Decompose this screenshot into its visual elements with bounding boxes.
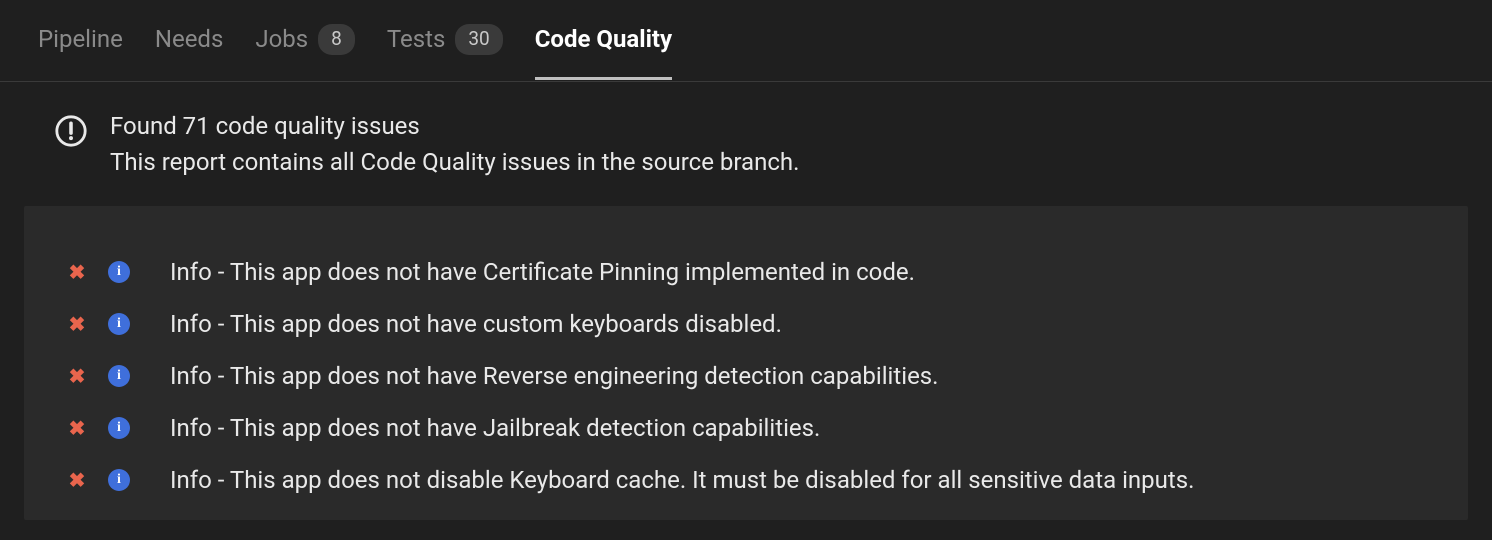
tab-label: Jobs [255, 25, 308, 53]
issue-text: Info - This app does not have Certificat… [152, 258, 915, 286]
tab-code-quality[interactable]: Code Quality [535, 1, 672, 79]
info-icon: i [108, 469, 130, 491]
issue-text: Info - This app does not have Jailbreak … [152, 414, 820, 442]
issue-row[interactable]: ✖ i Info - This app does not have Revers… [68, 350, 1424, 402]
issue-text: Info - This app does not have Reverse en… [152, 362, 939, 390]
info-icon: i [108, 365, 130, 387]
close-icon: ✖ [68, 312, 86, 336]
tab-tests[interactable]: Tests 30 [387, 0, 503, 81]
close-icon: ✖ [68, 468, 86, 492]
tab-jobs[interactable]: Jobs 8 [255, 0, 354, 81]
tab-label: Code Quality [535, 25, 672, 53]
info-icon: i [108, 261, 130, 283]
info-icon: i [108, 313, 130, 335]
tab-label: Tests [387, 25, 446, 53]
issue-row[interactable]: ✖ i Info - This app does not have Certif… [68, 246, 1424, 298]
tabs-bar: Pipeline Needs Jobs 8 Tests 30 Code Qual… [0, 0, 1492, 82]
info-icon: i [108, 417, 130, 439]
issue-row[interactable]: ✖ i Info - This app does not have Jailbr… [68, 402, 1424, 454]
tab-label: Pipeline [38, 25, 123, 53]
summary-title: Found 71 code quality issues [110, 110, 799, 142]
summary-banner: Found 71 code quality issues This report… [0, 82, 1492, 207]
tab-badge: 8 [318, 24, 355, 55]
close-icon: ✖ [68, 364, 86, 388]
tab-label: Needs [155, 25, 224, 53]
issues-panel: ✖ i Info - This app does not have Certif… [24, 206, 1468, 520]
issue-row[interactable]: ✖ i Info - This app does not have custom… [68, 298, 1424, 350]
summary-description: This report contains all Code Quality is… [110, 146, 799, 178]
close-icon: ✖ [68, 416, 86, 440]
summary-text: Found 71 code quality issues This report… [110, 110, 799, 179]
issue-text: Info - This app does not have custom key… [152, 310, 782, 338]
issue-text: Info - This app does not disable Keyboar… [152, 466, 1194, 494]
issue-row[interactable]: ✖ i Info - This app does not disable Key… [68, 454, 1424, 506]
tab-badge: 30 [455, 24, 502, 55]
warning-icon [54, 114, 88, 152]
tab-pipeline[interactable]: Pipeline [38, 1, 123, 79]
tab-needs[interactable]: Needs [155, 1, 224, 79]
close-icon: ✖ [68, 260, 86, 284]
